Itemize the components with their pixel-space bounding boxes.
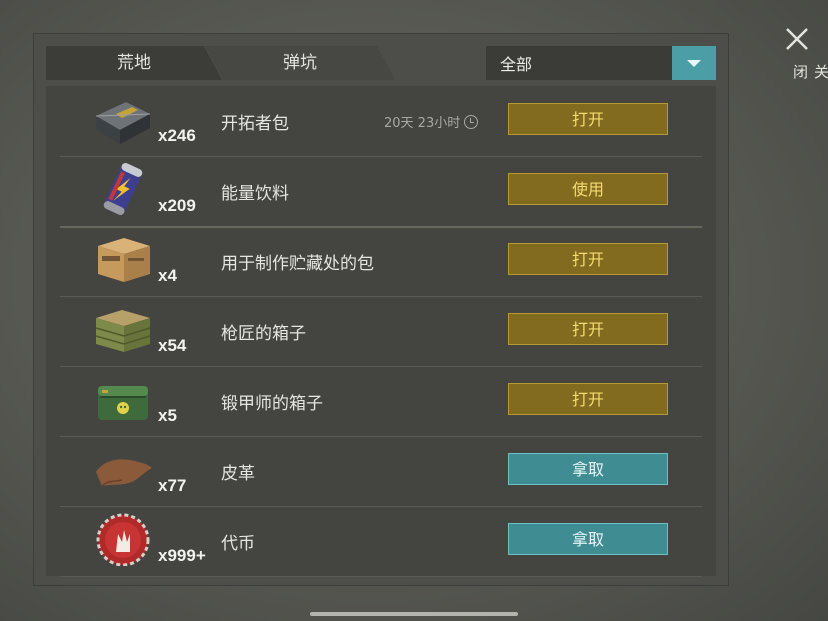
item-count: x209 (158, 196, 196, 215)
tab-wasteland[interactable]: 荒地 (46, 46, 222, 80)
item-count: x77 (158, 476, 187, 495)
item-name: 锻甲师的箱子 (221, 394, 323, 414)
list-item: x5 锻甲师的箱子 打开 (60, 366, 702, 437)
open-button[interactable]: 打开 (508, 313, 668, 345)
item-list: x246 开拓者包 20天 23小时 打开 x209 能量饮料 使用 x4 用于… (46, 86, 716, 577)
list-item: x77 皮革 拿取 (60, 436, 702, 507)
item-name: 能量饮料 (221, 184, 289, 204)
chevron-down-icon (687, 59, 701, 67)
leather-icon (96, 459, 152, 487)
item-name: 开拓者包 (221, 114, 289, 134)
take-button[interactable]: 拿取 (508, 453, 668, 485)
home-indicator[interactable] (310, 612, 518, 616)
item-count: x246 (158, 126, 196, 145)
take-button[interactable]: 拿取 (508, 523, 668, 555)
open-button[interactable]: 打开 (508, 243, 668, 275)
list-item: x246 开拓者包 20天 23小时 打开 (60, 86, 702, 157)
item-name: 枪匠的箱子 (221, 324, 306, 344)
supply-crate-icon (95, 102, 151, 144)
open-button[interactable]: 打开 (508, 103, 668, 135)
wooden-crate-icon (95, 310, 151, 352)
list-item: x54 枪匠的箱子 打开 (60, 296, 702, 367)
item-name: 皮革 (221, 464, 255, 484)
tab-crater[interactable]: 弹坑 (205, 46, 395, 80)
cardboard-box-icon (98, 238, 150, 282)
close-icon[interactable] (782, 24, 812, 54)
military-chest-icon (98, 386, 148, 420)
item-count: x4 (158, 266, 177, 285)
filter-dropdown[interactable]: 全部 (486, 46, 716, 80)
filter-selected-value: 全部 (500, 55, 533, 74)
list-item: x999+ 代币 拿取 (60, 506, 702, 577)
open-button[interactable]: 打开 (508, 383, 668, 415)
token-cap-icon (96, 513, 150, 566)
use-button[interactable]: 使用 (508, 173, 668, 205)
item-count: x999+ (158, 546, 206, 565)
item-count: x54 (158, 336, 187, 355)
list-item: x209 能量饮料 使用 (60, 156, 702, 228)
clock-icon (464, 114, 479, 129)
list-item: x4 用于制作贮藏处的包 打开 (60, 226, 702, 297)
dropdown-toggle-button[interactable] (672, 46, 716, 80)
item-name: 代币 (221, 534, 255, 554)
item-count: x5 (158, 406, 177, 425)
close-label[interactable]: 关闭 (790, 64, 828, 81)
timer-text: 20天 23小时 (384, 116, 461, 131)
expiry-timer: 20天 23小时 (384, 112, 479, 131)
energy-drink-icon (103, 163, 143, 215)
item-name: 用于制作贮藏处的包 (221, 254, 374, 274)
